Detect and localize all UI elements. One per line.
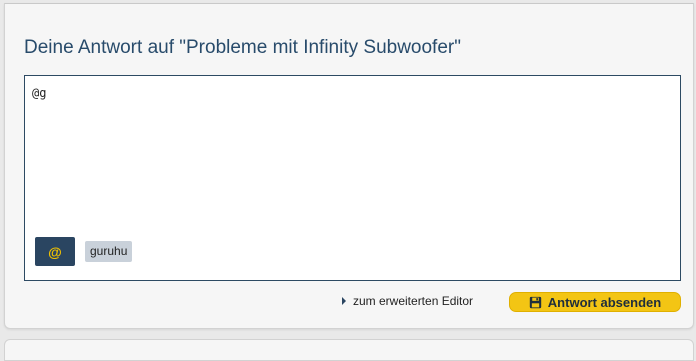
mention-suggestion-item[interactable]: guruhu [85, 241, 133, 262]
caret-right-icon [342, 297, 346, 305]
next-panel-edge [4, 339, 694, 361]
advanced-editor-label: zum erweiterten Editor [353, 294, 474, 308]
advanced-editor-link[interactable]: zum erweiterten Editor [342, 294, 473, 308]
floppy-disk-icon [529, 296, 541, 308]
reply-panel: Deine Antwort auf "Probleme mit Infinity… [4, 3, 694, 329]
mention-button[interactable]: @ [35, 237, 75, 266]
submit-reply-button[interactable]: Antwort absenden [509, 292, 681, 312]
submit-reply-label: Antwort absenden [547, 294, 662, 310]
reply-editor[interactable]: @g @ guruhu [24, 75, 681, 281]
editor-text[interactable]: @g [32, 86, 46, 100]
reply-title: Deine Antwort auf "Probleme mit Infinity… [24, 37, 461, 58]
